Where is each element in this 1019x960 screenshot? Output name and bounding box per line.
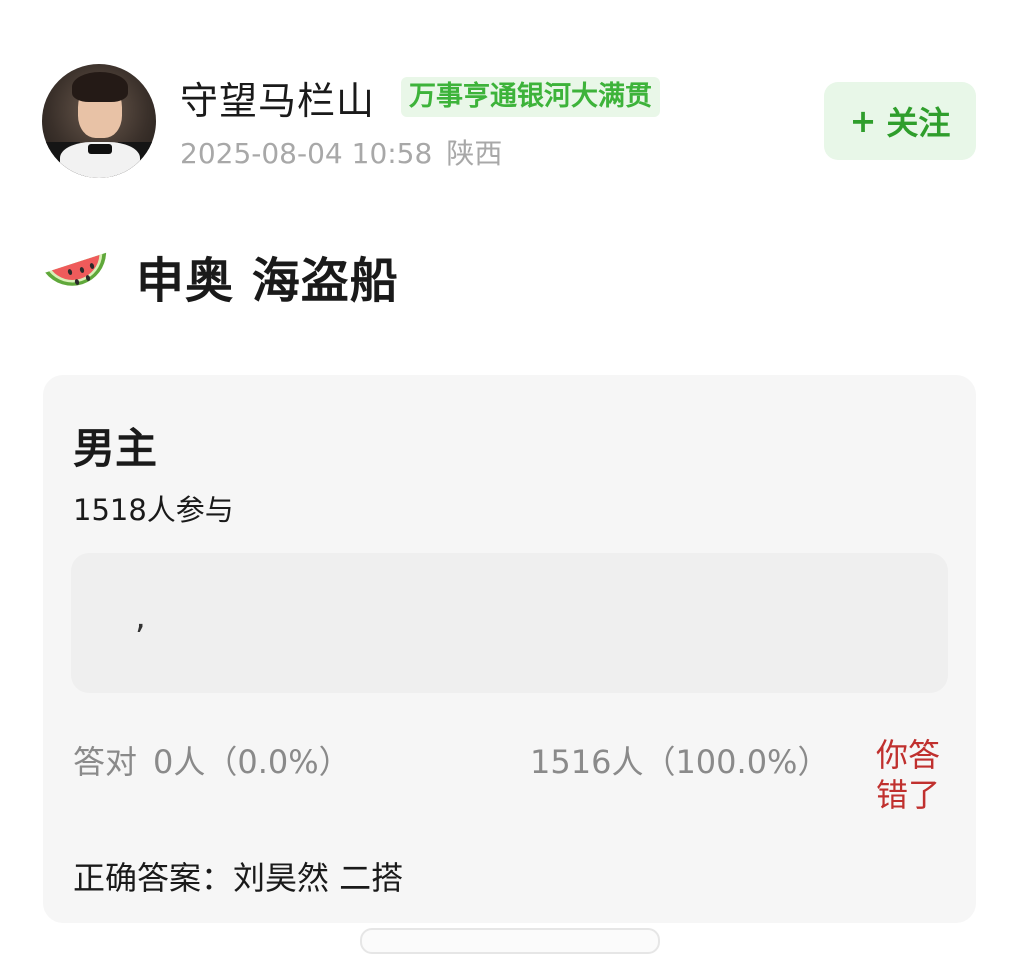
quiz-question: 男主 xyxy=(73,424,158,473)
post-timestamp: 2025-08-04 10:58 xyxy=(180,137,433,170)
result-status: 你答错了 xyxy=(876,736,941,814)
username[interactable]: 守望马栏山 xyxy=(180,70,375,125)
participant-count: 1518人参与 xyxy=(73,493,234,527)
post-page: 守望马栏山 万事亨通银河大满贯 2025-08-04 10:58 陕西 + 关注 … xyxy=(0,0,1019,960)
post-meta: 2025-08-04 10:58 陕西 xyxy=(180,132,502,172)
post-title: 申奥 海盗船 xyxy=(136,253,399,309)
answer-option[interactable]: , xyxy=(71,553,948,693)
quiz-card[interactable]: 男主 1518人参与 , 答对 0人（0.0%） 1516人（100.0%） 你答… xyxy=(43,375,976,923)
plus-icon: + xyxy=(849,102,877,140)
follow-button[interactable]: + 关注 xyxy=(824,82,976,160)
other-stat: 1516人（100.0%） xyxy=(530,743,830,781)
post-location: 陕西 xyxy=(446,137,503,170)
avatar-hair xyxy=(72,72,128,102)
correct-label: 答对 xyxy=(73,743,138,781)
avatar-bowtie xyxy=(88,144,112,154)
watermelon-icon xyxy=(45,252,107,286)
user-avatar[interactable] xyxy=(42,64,156,178)
correct-stat: 答对 0人（0.0%） xyxy=(73,737,351,783)
follow-label: 关注 xyxy=(886,104,951,142)
answer-option-text: , xyxy=(135,597,146,637)
user-badge[interactable]: 万事亨通银河大满贯 xyxy=(401,77,660,117)
post-title-row: 申奥 海盗船 xyxy=(44,240,399,312)
correct-count: 0人（0.0%） xyxy=(153,743,351,781)
correct-answer: 正确答案：刘昊然 二搭 xyxy=(73,859,404,897)
scroll-indicator xyxy=(360,928,660,954)
